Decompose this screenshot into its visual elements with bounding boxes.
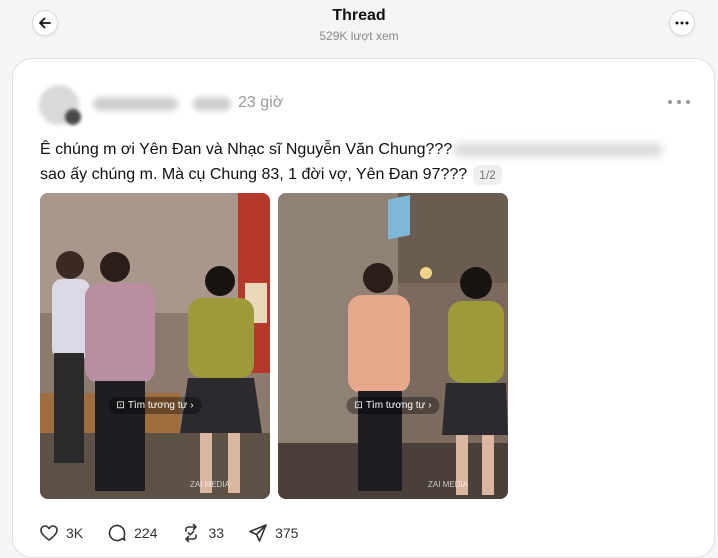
image-watermark: ZAI MEDIA bbox=[189, 480, 230, 489]
extra-blurred bbox=[193, 97, 231, 111]
post-image-1[interactable]: ⊡ Tìm tương tự › ZAI MEDIA bbox=[40, 193, 270, 499]
repost-count: 33 bbox=[208, 525, 225, 541]
comment-icon bbox=[108, 524, 126, 542]
lens-icon: ⊡ bbox=[354, 400, 363, 411]
share-count: 375 bbox=[275, 525, 299, 541]
post-image-2[interactable]: ⊡ Tìm tương tự › ZAI MEDIA bbox=[278, 193, 508, 499]
lens-icon: ⊡ bbox=[116, 400, 125, 411]
comment-count: 224 bbox=[134, 525, 158, 541]
more-horizontal-icon bbox=[675, 21, 689, 25]
username-blurred[interactable] bbox=[93, 97, 178, 111]
chevron-right-icon: › bbox=[190, 400, 194, 411]
caption-line-1: Ê chúng m ơi Yên Đan và Nhạc sĩ Nguyễn V… bbox=[40, 141, 453, 158]
page-title: Thread bbox=[332, 7, 386, 24]
top-bar: Thread 529K lượt xem bbox=[0, 0, 718, 56]
repost-button[interactable]: 33 bbox=[181, 523, 224, 543]
comment-button[interactable]: 224 bbox=[107, 523, 157, 543]
post-actions: 3K 224 33 375 bbox=[39, 522, 322, 544]
chevron-right-icon: › bbox=[428, 400, 432, 411]
dot-icon bbox=[677, 100, 681, 104]
post-more-button[interactable] bbox=[668, 95, 690, 109]
find-similar-label: Tìm tương tự bbox=[127, 400, 188, 411]
share-button[interactable]: 375 bbox=[248, 523, 298, 543]
post-time: 23 giờ bbox=[238, 94, 284, 111]
like-count: 3K bbox=[66, 525, 84, 541]
send-icon bbox=[249, 524, 267, 542]
dot-icon bbox=[686, 100, 690, 104]
caption-line-2-text: sao ấy chúng m. Mà cụ Chung 83, 1 đời vợ… bbox=[40, 166, 468, 183]
repost-icon bbox=[185, 523, 198, 543]
find-similar-chip[interactable]: ⊡ Tìm tương tự › bbox=[346, 397, 440, 414]
find-similar-label: Tìm tương tự bbox=[365, 400, 426, 411]
photo-scene-1 bbox=[40, 193, 270, 499]
post-card: 23 giờ Ê chúng m ơi Yên Đan và Nhạc sĩ N… bbox=[12, 58, 715, 558]
like-button[interactable]: 3K bbox=[39, 523, 83, 543]
photo-scene-2 bbox=[278, 193, 508, 499]
avatar-badge bbox=[65, 109, 81, 125]
find-similar-chip[interactable]: ⊡ Tìm tương tự › bbox=[108, 397, 202, 414]
post-caption: Ê chúng m ơi Yên Đan và Nhạc sĩ Nguyễn V… bbox=[40, 137, 680, 187]
page-indicator: 1/2 bbox=[473, 164, 502, 185]
more-options-button[interactable] bbox=[669, 10, 695, 36]
caption-line-2: sao ấy chúng m. Mà cụ Chung 83, 1 đời vợ… bbox=[40, 162, 680, 187]
dot-icon bbox=[668, 100, 672, 104]
title-block: Thread 529K lượt xem bbox=[0, 7, 718, 43]
view-count: 529K lượt xem bbox=[319, 29, 399, 43]
image-watermark: ZAI MEDIA bbox=[427, 480, 468, 489]
heart-icon bbox=[40, 525, 58, 541]
